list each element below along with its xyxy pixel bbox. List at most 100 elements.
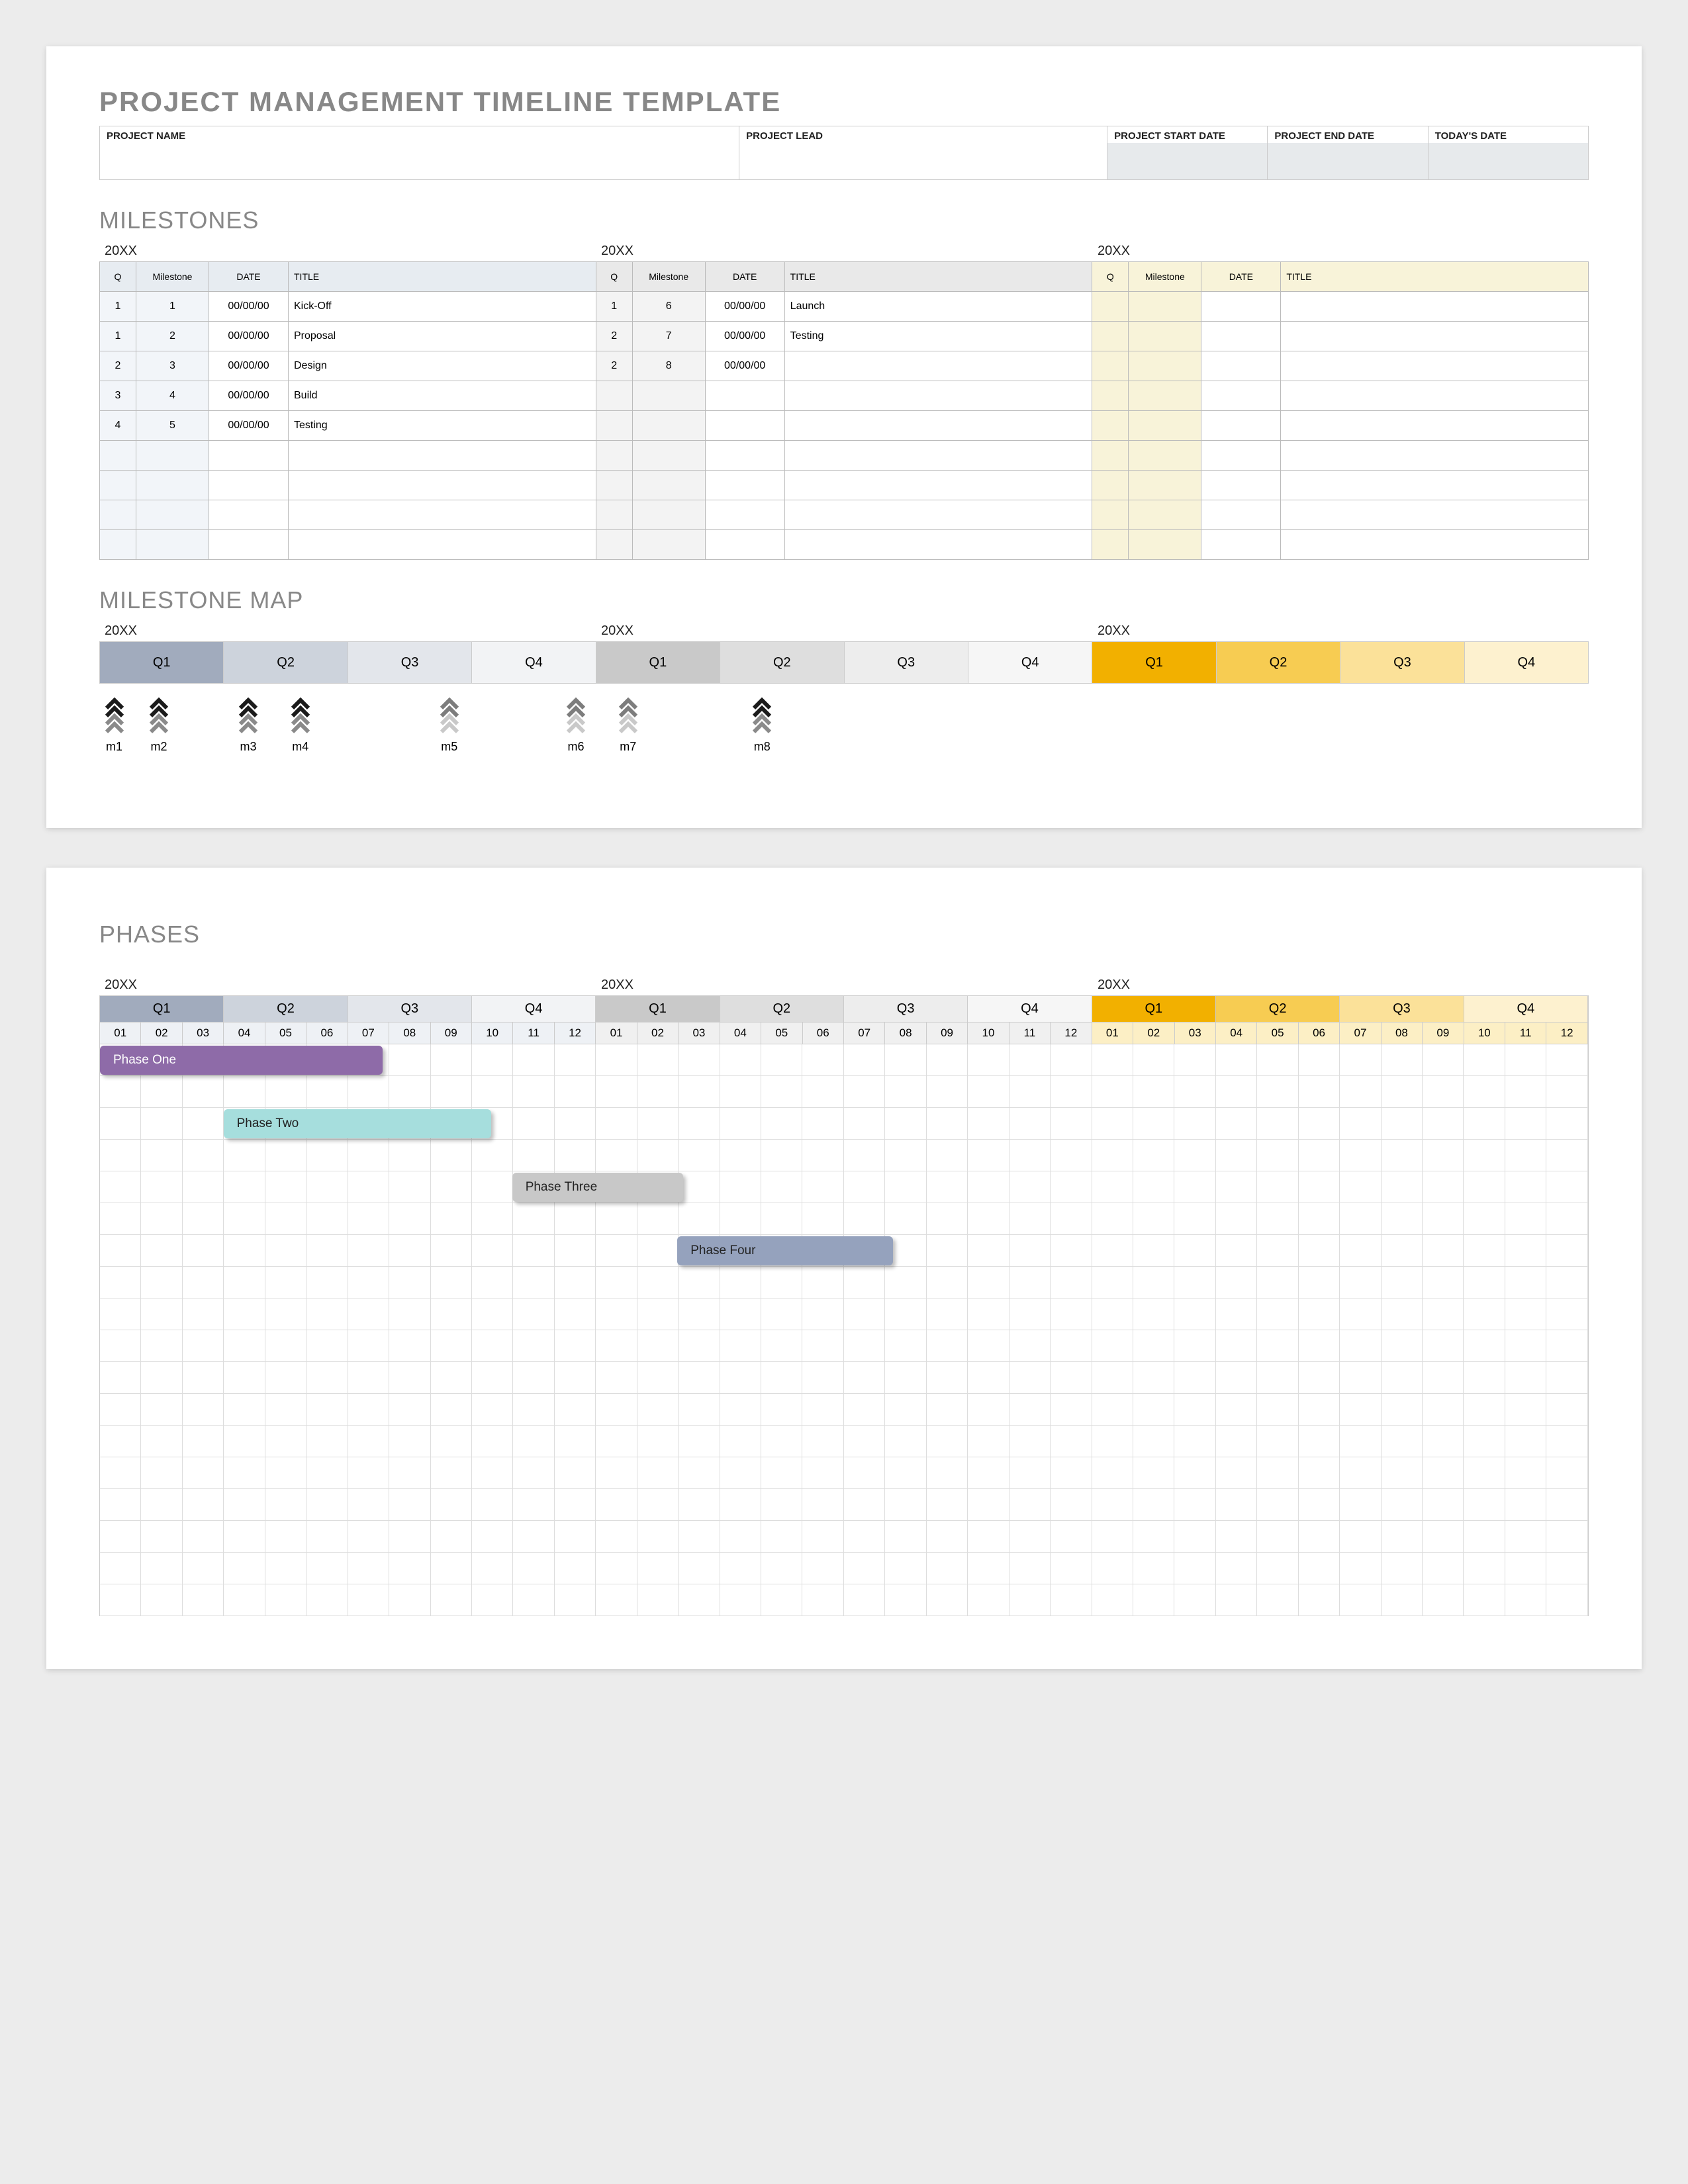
- grid-cell[interactable]: [679, 1076, 720, 1108]
- grid-cell[interactable]: [555, 1426, 596, 1457]
- milestone-row[interactable]: [1092, 500, 1589, 530]
- cell[interactable]: [289, 471, 596, 500]
- grid-cell[interactable]: [1340, 1426, 1381, 1457]
- grid-cell[interactable]: [1174, 1044, 1215, 1076]
- grid-cell[interactable]: [1546, 1267, 1587, 1298]
- grid-cell[interactable]: [1216, 1394, 1257, 1426]
- grid-cell[interactable]: [555, 1362, 596, 1394]
- grid-cell[interactable]: [637, 1235, 679, 1267]
- grid-cell[interactable]: [1546, 1235, 1587, 1267]
- grid-cell[interactable]: [141, 1235, 182, 1267]
- cell[interactable]: [1201, 351, 1281, 381]
- grid-cell[interactable]: [1216, 1076, 1257, 1108]
- grid-cell[interactable]: [761, 1394, 802, 1426]
- grid-cell[interactable]: [802, 1521, 843, 1553]
- grid-cell[interactable]: [927, 1521, 968, 1553]
- grid-cell[interactable]: [1216, 1267, 1257, 1298]
- milestone-row[interactable]: [1092, 381, 1589, 411]
- grid-cell[interactable]: [306, 1521, 348, 1553]
- grid-cell[interactable]: [513, 1235, 554, 1267]
- grid-cell[interactable]: [1257, 1140, 1298, 1171]
- grid-cell[interactable]: [183, 1140, 224, 1171]
- grid-cell[interactable]: [596, 1394, 637, 1426]
- cell[interactable]: 2: [136, 322, 209, 351]
- grid-cell[interactable]: [761, 1553, 802, 1584]
- grid-cell[interactable]: [100, 1521, 141, 1553]
- grid-cell[interactable]: [1382, 1489, 1423, 1521]
- grid-cell[interactable]: [100, 1489, 141, 1521]
- grid-cell[interactable]: [679, 1553, 720, 1584]
- phase-bar[interactable]: Phase Four: [677, 1236, 893, 1265]
- grid-cell[interactable]: [1423, 1235, 1464, 1267]
- grid-cell[interactable]: [265, 1171, 306, 1203]
- grid-cell[interactable]: [348, 1426, 389, 1457]
- grid-cell[interactable]: [720, 1108, 761, 1140]
- grid-cell[interactable]: [555, 1457, 596, 1489]
- grid-cell[interactable]: [183, 1076, 224, 1108]
- grid-cell[interactable]: [1464, 1044, 1505, 1076]
- grid-cell[interactable]: [761, 1140, 802, 1171]
- cell[interactable]: [633, 500, 706, 530]
- grid-cell[interactable]: [306, 1235, 348, 1267]
- cell[interactable]: [785, 381, 1093, 411]
- cell[interactable]: [1092, 351, 1129, 381]
- grid-cell[interactable]: [306, 1203, 348, 1235]
- grid-cell[interactable]: [472, 1394, 513, 1426]
- milestone-row[interactable]: 1100/00/00Kick-Off: [100, 292, 596, 322]
- grid-cell[interactable]: [1133, 1457, 1174, 1489]
- grid-cell[interactable]: [1464, 1108, 1505, 1140]
- grid-cell[interactable]: [183, 1394, 224, 1426]
- grid-cell[interactable]: [348, 1076, 389, 1108]
- today-date-input[interactable]: [1429, 143, 1588, 179]
- grid-cell[interactable]: [513, 1362, 554, 1394]
- grid-cell[interactable]: [1505, 1076, 1546, 1108]
- grid-cell[interactable]: [141, 1394, 182, 1426]
- grid-cell[interactable]: [637, 1076, 679, 1108]
- grid-cell[interactable]: [968, 1044, 1009, 1076]
- grid-cell[interactable]: [1382, 1362, 1423, 1394]
- grid-cell[interactable]: [183, 1553, 224, 1584]
- grid-cell[interactable]: [1009, 1362, 1051, 1394]
- cell[interactable]: [100, 471, 136, 500]
- grid-cell[interactable]: [1382, 1076, 1423, 1108]
- grid-cell[interactable]: [555, 1108, 596, 1140]
- grid-cell[interactable]: [306, 1489, 348, 1521]
- milestone-row[interactable]: [1092, 471, 1589, 500]
- grid-cell[interactable]: [1464, 1521, 1505, 1553]
- grid-cell[interactable]: [1340, 1140, 1381, 1171]
- cell[interactable]: Proposal: [289, 322, 596, 351]
- grid-cell[interactable]: [431, 1426, 472, 1457]
- grid-cell[interactable]: [927, 1394, 968, 1426]
- grid-cell[interactable]: [885, 1553, 926, 1584]
- grid-cell[interactable]: [431, 1330, 472, 1362]
- grid-cell[interactable]: [348, 1553, 389, 1584]
- grid-cell[interactable]: [720, 1203, 761, 1235]
- grid-cell[interactable]: [968, 1330, 1009, 1362]
- grid-cell[interactable]: [555, 1267, 596, 1298]
- grid-cell[interactable]: [1299, 1489, 1340, 1521]
- grid-cell[interactable]: [389, 1426, 430, 1457]
- grid-cell[interactable]: [265, 1203, 306, 1235]
- grid-cell[interactable]: [389, 1330, 430, 1362]
- cell[interactable]: Testing: [289, 411, 596, 441]
- grid-cell[interactable]: [1546, 1298, 1587, 1330]
- grid-cell[interactable]: [1464, 1140, 1505, 1171]
- grid-cell[interactable]: [761, 1267, 802, 1298]
- grid-cell[interactable]: [844, 1267, 885, 1298]
- grid-cell[interactable]: [637, 1203, 679, 1235]
- grid-cell[interactable]: [513, 1267, 554, 1298]
- grid-cell[interactable]: [1423, 1267, 1464, 1298]
- grid-cell[interactable]: [1092, 1235, 1133, 1267]
- grid-cell[interactable]: [1546, 1044, 1587, 1076]
- cell[interactable]: [136, 441, 209, 471]
- grid-cell[interactable]: [100, 1140, 141, 1171]
- grid-cell[interactable]: [1340, 1203, 1381, 1235]
- milestone-row[interactable]: [1092, 411, 1589, 441]
- grid-cell[interactable]: [802, 1298, 843, 1330]
- cell[interactable]: [136, 530, 209, 560]
- grid-cell[interactable]: [1505, 1426, 1546, 1457]
- grid-cell[interactable]: [802, 1394, 843, 1426]
- cell[interactable]: [1129, 411, 1201, 441]
- grid-cell[interactable]: [885, 1457, 926, 1489]
- grid-cell[interactable]: [885, 1362, 926, 1394]
